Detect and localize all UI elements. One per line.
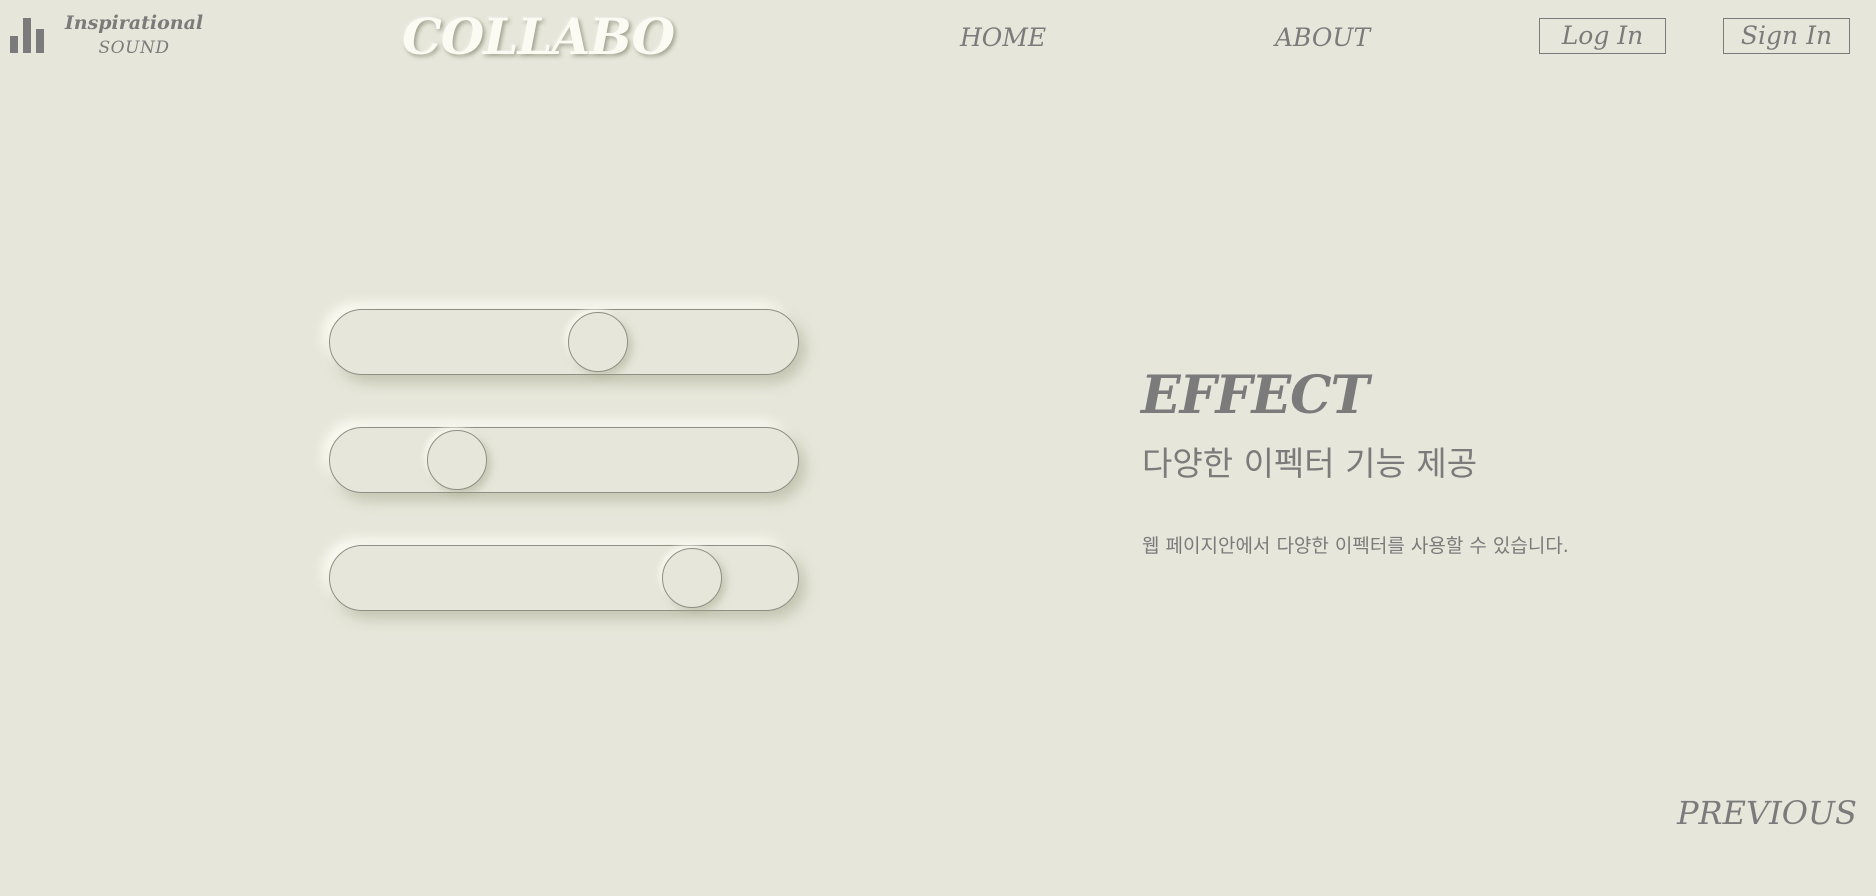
effect-slider-2[interactable] xyxy=(329,427,799,493)
section-title: EFFECT xyxy=(1141,365,1369,426)
brand-name-bottom: SOUND xyxy=(98,38,170,58)
section-description: 웹 페이지안에서 다양한 이펙터를 사용할 수 있습니다. xyxy=(1142,535,1569,557)
site-title[interactable]: COLLABO xyxy=(402,6,675,68)
effect-slider-1[interactable] xyxy=(329,309,799,375)
slider-knob[interactable] xyxy=(427,430,487,490)
effect-slider-3[interactable] xyxy=(329,545,799,611)
signin-button[interactable]: Sign In xyxy=(1723,18,1850,54)
section-subtitle: 다양한 이펙터 기능 제공 xyxy=(1142,444,1478,483)
login-button[interactable]: Log In xyxy=(1539,18,1666,54)
bar-chart-icon xyxy=(10,18,46,54)
nav-about-link[interactable]: ABOUT xyxy=(1275,20,1370,56)
brand-name-top: Inspirational xyxy=(64,12,204,34)
nav-home-link[interactable]: HOME xyxy=(960,20,1046,56)
slider-knob[interactable] xyxy=(568,312,628,372)
previous-link[interactable]: PREVIOUS xyxy=(1677,791,1857,835)
slider-knob[interactable] xyxy=(662,548,722,608)
